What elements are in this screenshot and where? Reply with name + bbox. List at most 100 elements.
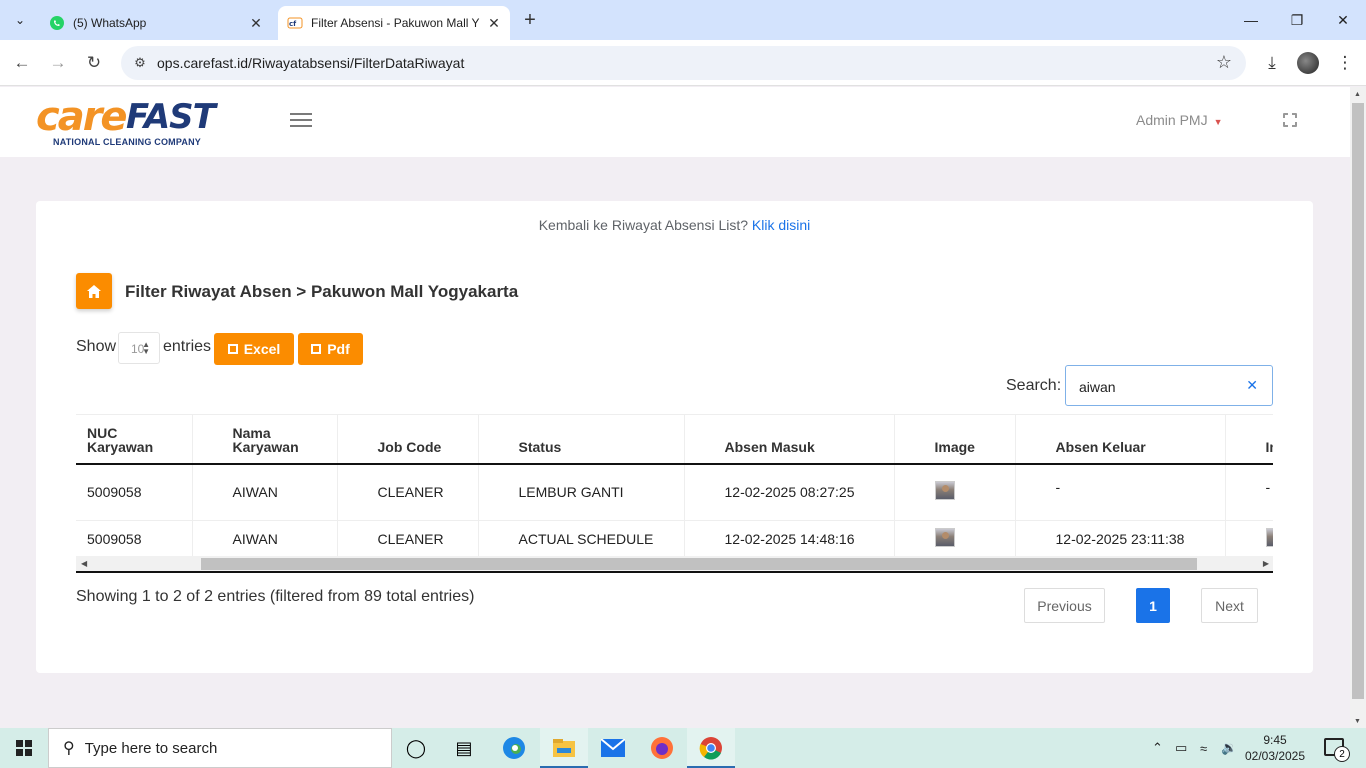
scroll-left-icon[interactable]: ◀ [81, 559, 87, 568]
scroll-down-icon[interactable]: ▼ [1354, 718, 1361, 725]
new-tab-plus-icon[interactable]: + [518, 8, 542, 32]
col-nama-karyawan[interactable]: Nama Karyawan [192, 415, 338, 465]
page-title: Filter Riwayat Absen > Pakuwon Mall Yogy… [125, 282, 519, 301]
windows-logo-icon [16, 740, 32, 756]
table-horizontal-scrollbar[interactable]: ◀ ▶ [76, 556, 1273, 573]
windows-taskbar: ⚲ Type here to search ◯ ▤ ⌃ ▭ ≈ 🔉 9:45 0… [0, 728, 1366, 768]
table-row: 5009058 AIWAN CLEANER ACTUAL SCHEDULE 12… [76, 520, 1273, 558]
forward-arrow-icon[interactable]: → [43, 48, 73, 78]
cell-absen-masuk: 12-02-2025 08:27:25 [684, 464, 895, 521]
cell-nama: AIWAN [192, 520, 338, 558]
browser-tab-strip: ⌄ (5) WhatsApp ✕ cf Filter Absensi - Pak… [0, 0, 1366, 40]
entries-per-page-select[interactable]: 10 ▲ ▼ [118, 332, 160, 364]
tab-whatsapp[interactable]: (5) WhatsApp ✕ [40, 6, 272, 40]
url-text[interactable]: ops.carefast.id/Riwayatabsensi/FilterDat… [157, 55, 464, 71]
whatsapp-icon [50, 16, 64, 30]
edge-icon[interactable] [490, 728, 538, 768]
show-label: Show [76, 338, 117, 355]
scroll-right-icon[interactable]: ▶ [1263, 559, 1269, 568]
mail-icon[interactable] [589, 728, 637, 768]
cortana-icon[interactable]: ◯ [392, 728, 440, 768]
cell-image-keluar: - [1225, 464, 1273, 521]
pagination-page-1[interactable]: 1 [1136, 588, 1170, 623]
col-status[interactable]: Status [478, 415, 685, 465]
cell-image [894, 464, 1016, 521]
cell-image [894, 520, 1016, 558]
fullscreen-icon[interactable] [1283, 113, 1297, 127]
close-window-icon[interactable]: ✕ [1320, 0, 1366, 40]
col-image[interactable]: Image [894, 415, 1016, 465]
task-view-icon[interactable]: ▤ [440, 728, 488, 768]
show-hidden-icons-chevron-icon[interactable]: ⌃ [1152, 728, 1163, 768]
tab-close-icon[interactable]: ✕ [246, 13, 266, 33]
attendance-photo-thumbnail[interactable] [1265, 527, 1273, 547]
site-settings-icon[interactable]: ⚙ [129, 53, 151, 73]
search-input[interactable]: aiwan ✕ [1065, 365, 1273, 406]
wifi-icon[interactable]: ≈ [1200, 728, 1207, 768]
results-table: NUC Karyawan Nama Karyawan Job Code Stat… [76, 415, 1273, 558]
firefox-icon[interactable] [638, 728, 686, 768]
home-button[interactable] [76, 273, 112, 309]
tab-search-chevron-icon[interactable]: ⌄ [6, 7, 34, 33]
reload-icon[interactable]: ↻ [79, 48, 109, 78]
chrome-icon[interactable] [687, 728, 735, 768]
clock-time: 9:45 [1263, 733, 1287, 747]
cell-nuc: 5009058 [76, 464, 193, 521]
clear-search-icon[interactable]: ✕ [1246, 377, 1258, 394]
chrome-menu-icon[interactable]: ⋮ [1330, 48, 1360, 78]
back-to-list: Kembali ke Riwayat Absensi List? Klik di… [36, 217, 1313, 233]
taskbar-search-box[interactable]: ⚲ Type here to search [48, 728, 392, 768]
pdf-export-button[interactable]: Pdf [298, 333, 363, 365]
restore-icon[interactable]: ❐ [1274, 0, 1320, 40]
table-info: Showing 1 to 2 of 2 entries (filtered fr… [76, 588, 475, 605]
carefast-logo[interactable]: care FAST NATIONAL CLEANING COMPANY [36, 95, 228, 151]
bookmark-star-icon[interactable]: ☆ [1216, 52, 1232, 73]
tab-close-icon[interactable]: ✕ [484, 13, 504, 33]
pagination-previous[interactable]: Previous [1024, 588, 1105, 623]
address-bar[interactable]: ⚙ ops.carefast.id/Riwayatabsensi/FilterD… [121, 46, 1246, 80]
tab-filter-absensi[interactable]: cf Filter Absensi - Pakuwon Mall Y ✕ [278, 6, 510, 40]
cell-status: ACTUAL SCHEDULE [478, 520, 685, 558]
volume-icon[interactable]: 🔉 [1221, 728, 1237, 768]
pdf-file-icon [311, 344, 322, 354]
cell-image-keluar [1225, 520, 1273, 558]
col-nuc-karyawan[interactable]: NUC Karyawan [76, 415, 193, 465]
table-header-row: NUC Karyawan Nama Karyawan Job Code Stat… [76, 415, 1273, 465]
profile-avatar[interactable] [1297, 52, 1319, 74]
clock-date: 02/03/2025 [1244, 749, 1306, 763]
user-name: Admin PMJ [1136, 112, 1208, 128]
col-image-keluar[interactable]: Im [1225, 415, 1273, 465]
app-header: care FAST NATIONAL CLEANING COMPANY Admi… [0, 87, 1350, 157]
attendance-photo-thumbnail[interactable] [934, 481, 955, 501]
col-absen-masuk[interactable]: Absen Masuk [684, 415, 895, 465]
pagination-next[interactable]: Next [1201, 588, 1258, 623]
notification-center-icon[interactable]: 2 [1324, 738, 1350, 762]
scroll-up-icon[interactable]: ▲ [1354, 91, 1361, 98]
search-icon: ⚲ [63, 740, 75, 757]
battery-icon[interactable]: ▭ [1175, 728, 1187, 768]
back-link[interactable]: Klik disini [752, 217, 810, 233]
excel-export-button[interactable]: Excel [214, 333, 294, 365]
cell-nama: AIWAN [192, 464, 338, 521]
user-menu[interactable]: Admin PMJ ▼ [1136, 112, 1223, 128]
table-scroll-thumb[interactable] [201, 558, 1197, 570]
page-scrollbar[interactable]: ▲ ▼ [1350, 87, 1366, 728]
minimize-icon[interactable]: — [1228, 0, 1274, 40]
page-scroll-thumb[interactable] [1352, 103, 1364, 699]
col-job-code[interactable]: Job Code [337, 415, 479, 465]
col-absen-keluar[interactable]: Absen Keluar [1015, 415, 1226, 465]
excel-label: Excel [243, 341, 281, 357]
download-icon[interactable]: ⤓ [1257, 48, 1287, 78]
attendance-photo-thumbnail[interactable] [934, 527, 955, 547]
notification-count-badge: 2 [1334, 746, 1350, 762]
logo-tagline: NATIONAL CLEANING COMPANY [53, 137, 201, 147]
start-button[interactable] [0, 728, 48, 768]
cell-status: LEMBUR GANTI [478, 464, 685, 521]
cell-absen-keluar: 12-02-2025 23:11:38 [1015, 520, 1226, 558]
tab-title: (5) WhatsApp [73, 16, 147, 30]
back-arrow-icon[interactable]: ← [7, 48, 37, 78]
file-explorer-icon[interactable] [540, 728, 588, 768]
hamburger-menu-icon[interactable] [290, 113, 312, 131]
logo-fast-text: FAST [126, 97, 216, 137]
system-clock[interactable]: 9:45 02/03/2025 [1240, 732, 1310, 764]
